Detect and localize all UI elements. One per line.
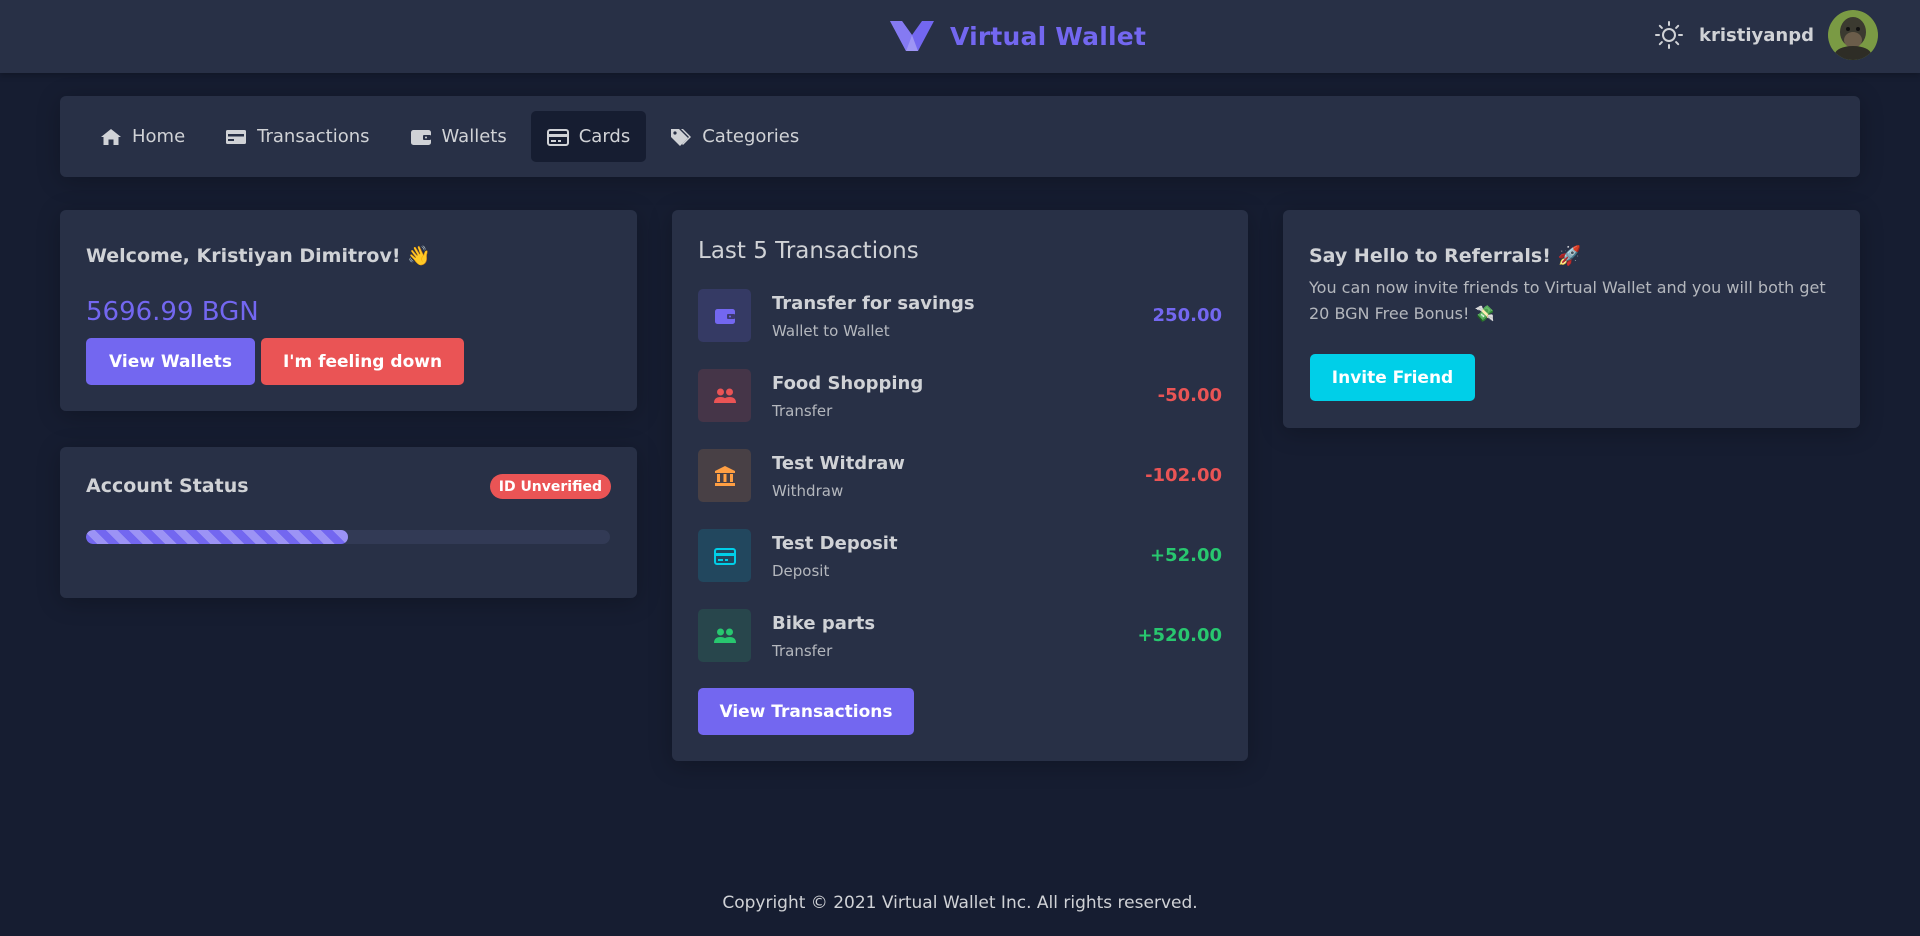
- nav-item-label: Categories: [702, 126, 800, 147]
- footer-copyright: Copyright © 2021 Virtual Wallet Inc. All…: [722, 893, 1198, 913]
- nav-item-label: Cards: [578, 126, 631, 147]
- view-transactions-button[interactable]: View Transactions: [698, 688, 914, 735]
- transaction-row[interactable]: Test Witdraw Withdraw -102.00: [698, 449, 1222, 529]
- verification-progress-bar: [86, 530, 610, 544]
- transaction-type: Wallet to Wallet: [772, 322, 890, 340]
- nav-item-label: Transactions: [257, 126, 370, 147]
- money-bill-icon: [226, 129, 247, 144]
- transactions-title: Last 5 Transactions: [698, 238, 919, 264]
- nav-item-categories[interactable]: Categories: [654, 111, 815, 162]
- transaction-name: Test Deposit: [772, 533, 898, 554]
- tags-icon: [671, 128, 692, 146]
- nav-item-cards[interactable]: Cards: [530, 111, 647, 162]
- progress-fill: [86, 530, 348, 544]
- nav-item-label: Home: [132, 126, 186, 147]
- credit-card-icon: [698, 529, 751, 582]
- transaction-info: Test Witdraw Withdraw: [772, 453, 1145, 500]
- referrals-card: Say Hello to Referrals! 🚀 You can now in…: [1283, 210, 1860, 428]
- avatar[interactable]: [1828, 10, 1878, 60]
- transaction-amount: -102.00: [1145, 465, 1222, 486]
- logo-icon: [890, 21, 934, 51]
- welcome-card: Welcome, Kristiyan Dimitrov! 👋 5696.99 B…: [60, 210, 637, 411]
- welcome-greeting: Welcome, Kristiyan Dimitrov! 👋: [86, 245, 431, 267]
- transaction-row[interactable]: Transfer for savings Wallet to Wallet 25…: [698, 289, 1222, 369]
- transaction-info: Bike parts Transfer: [772, 613, 1137, 660]
- username[interactable]: kristiyanpd: [1699, 25, 1814, 46]
- transaction-amount: +520.00: [1137, 625, 1222, 646]
- account-status-card: Account Status ID Unverified: [60, 447, 637, 598]
- transaction-amount: +52.00: [1149, 545, 1222, 566]
- nav-item-label: Wallets: [441, 126, 507, 147]
- home-icon: [101, 128, 121, 145]
- sun-icon[interactable]: [1655, 21, 1684, 49]
- brand-name: Virtual Wallet: [950, 21, 1147, 51]
- transaction-info: Food Shopping Transfer: [772, 373, 1158, 420]
- referrals-title: Say Hello to Referrals! 🚀: [1309, 245, 1582, 267]
- welcome-actions: View Wallets I'm feeling down: [86, 338, 464, 385]
- last-transactions-card: Last 5 Transactions Transfer for savings…: [672, 210, 1248, 761]
- invite-friend-button[interactable]: Invite Friend: [1310, 354, 1475, 401]
- transaction-type: Transfer: [772, 402, 833, 420]
- balance-amount: 5696.99 BGN: [86, 297, 259, 327]
- brand[interactable]: Virtual Wallet: [888, 18, 1146, 54]
- transaction-info: Test Deposit Deposit: [772, 533, 1150, 580]
- transaction-name: Food Shopping: [772, 373, 924, 394]
- transaction-type: Transfer: [772, 642, 833, 660]
- users-icon: [698, 609, 751, 662]
- transaction-amount: 250.00: [1152, 305, 1222, 326]
- transaction-name: Transfer for savings: [772, 293, 975, 314]
- view-wallets-button[interactable]: View Wallets: [86, 338, 255, 385]
- transaction-row[interactable]: Food Shopping Transfer -50.00: [698, 369, 1222, 449]
- transaction-type: Withdraw: [772, 482, 844, 500]
- feeling-down-button[interactable]: I'm feeling down: [261, 338, 464, 385]
- referrals-description: You can now invite friends to Virtual Wa…: [1309, 278, 1826, 323]
- avatar-image: [1828, 10, 1878, 60]
- transaction-amount: -50.00: [1157, 385, 1222, 406]
- nav-item-wallets[interactable]: Wallets: [394, 111, 523, 162]
- transactions-list: Transfer for savings Wallet to Wallet 25…: [698, 289, 1222, 689]
- status-badge: ID Unverified: [489, 474, 611, 499]
- users-icon: [698, 369, 751, 422]
- wallet-icon: [410, 129, 431, 145]
- top-header: Virtual Wallet kristiyanpd: [0, 0, 1920, 73]
- transaction-type: Deposit: [772, 562, 830, 580]
- transaction-name: Bike parts: [772, 613, 876, 634]
- transaction-name: Test Witdraw: [772, 453, 905, 474]
- user-area: kristiyanpd: [1655, 10, 1878, 60]
- nav-item-transactions[interactable]: Transactions: [209, 111, 385, 162]
- nav-item-home[interactable]: Home: [84, 111, 201, 162]
- wallet-icon: [698, 289, 751, 342]
- transaction-row[interactable]: Bike parts Transfer +520.00: [698, 609, 1222, 689]
- transaction-info: Transfer for savings Wallet to Wallet: [772, 293, 1153, 340]
- bank-icon: [698, 449, 751, 502]
- credit-card-icon: [546, 128, 569, 146]
- main-navigation: Home Transactions Wallets Cards Categori…: [60, 96, 1860, 177]
- transaction-row[interactable]: Test Deposit Deposit +52.00: [698, 529, 1222, 609]
